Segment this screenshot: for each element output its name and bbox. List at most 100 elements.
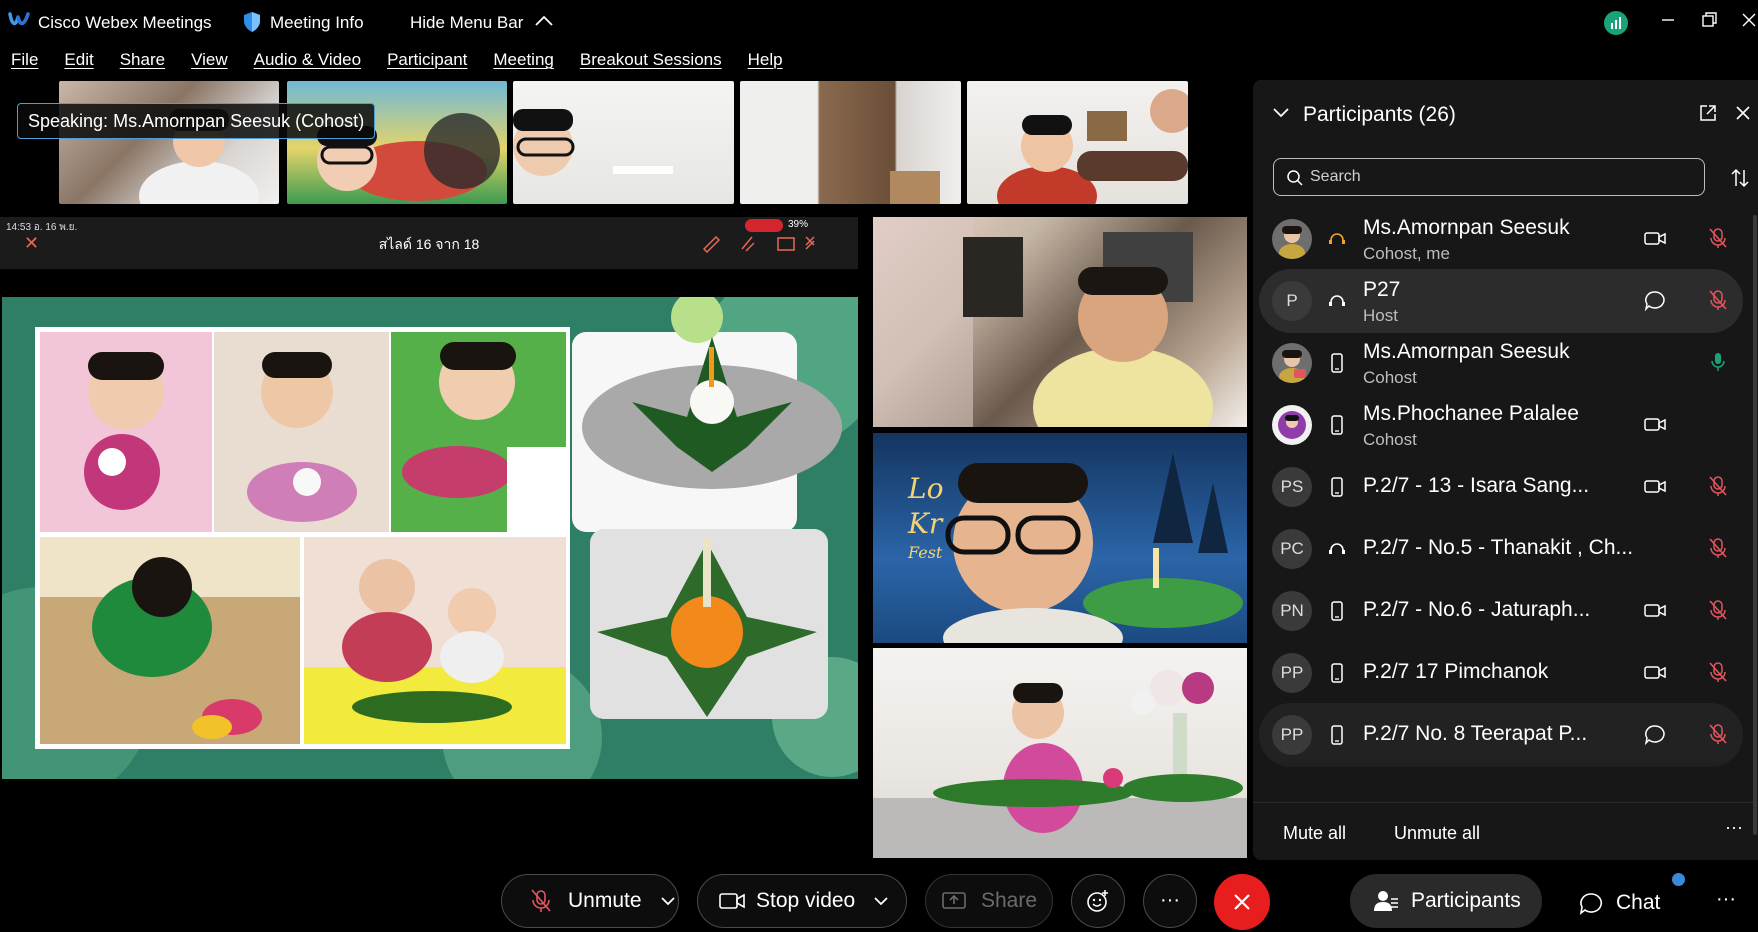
- panel-scrollbar[interactable]: [1753, 215, 1757, 835]
- reactions-button[interactable]: [1071, 874, 1125, 928]
- hide-menu-bar-button[interactable]: Hide Menu Bar: [410, 13, 523, 33]
- menu-audio-video[interactable]: Audio & Video: [254, 50, 361, 78]
- chat-bubble-icon: [1579, 893, 1603, 915]
- menu-file[interactable]: File: [11, 50, 38, 78]
- close-icon: [1234, 894, 1250, 910]
- chat-button[interactable]: Chat: [1578, 888, 1660, 918]
- shared-slide-content: [2, 297, 858, 779]
- chat-label: Chat: [1616, 891, 1661, 914]
- microphone-muted-icon[interactable]: [1707, 660, 1729, 684]
- participant-name: P.2/7 - 13 - Isara Sang...: [1363, 474, 1590, 497]
- sort-icon[interactable]: [1729, 167, 1751, 189]
- search-icon: [1287, 170, 1303, 186]
- svg-text:Kr: Kr: [907, 507, 944, 540]
- pop-out-icon[interactable]: [1699, 104, 1717, 122]
- participant-row[interactable]: PP P.2/7 17 Pimchanok: [1259, 641, 1743, 705]
- chevron-up-icon[interactable]: [534, 13, 554, 29]
- video-tile[interactable]: [873, 217, 1247, 427]
- menu-view[interactable]: View: [191, 50, 228, 78]
- minimize-icon[interactable]: [1658, 10, 1678, 30]
- microphone-active-icon[interactable]: [1707, 350, 1729, 374]
- shield-icon[interactable]: [242, 11, 262, 33]
- menu-share[interactable]: Share: [120, 50, 165, 78]
- share-status-time: 14:53 อ. 16 พ.ย.: [6, 222, 78, 233]
- recording-indicator: [745, 219, 783, 232]
- share-label: Share: [981, 889, 1038, 912]
- microphone-muted-icon[interactable]: [1707, 598, 1729, 622]
- participant-row[interactable]: PS P.2/7 - 13 - Isara Sang...: [1259, 455, 1743, 519]
- avatar: PS: [1272, 467, 1312, 507]
- battery-status: 39%: [788, 219, 809, 230]
- microphone-muted-icon[interactable]: [1707, 722, 1729, 746]
- chevron-down-icon[interactable]: [660, 895, 676, 907]
- more-icon[interactable]: ···: [1716, 888, 1736, 911]
- more-options-button[interactable]: ···: [1143, 874, 1197, 928]
- title-bar: Cisco Webex Meetings Meeting Info Hide M…: [0, 0, 1758, 44]
- pen-icon: [702, 235, 721, 253]
- menu-meeting[interactable]: Meeting: [493, 50, 553, 78]
- network-stats-icon[interactable]: [1604, 11, 1628, 35]
- participants-button[interactable]: Participants: [1350, 874, 1542, 928]
- annotation-tools[interactable]: [702, 233, 822, 253]
- close-window-icon[interactable]: [1739, 10, 1758, 30]
- participant-row[interactable]: PN P.2/7 - No.6 - Jaturaph...: [1259, 579, 1743, 643]
- chat-bubble-icon[interactable]: [1643, 723, 1667, 745]
- highlighter-icon: [741, 236, 755, 252]
- microphone-muted-icon[interactable]: [1707, 536, 1729, 560]
- restore-icon[interactable]: [1699, 10, 1719, 30]
- participants-label: Participants: [1411, 889, 1521, 912]
- participant-row[interactable]: Ms.Amornpan Seesuk Cohost: [1259, 331, 1743, 395]
- list-fade: [1253, 758, 1758, 802]
- participant-name: P27: [1363, 278, 1401, 301]
- video-thumbnail[interactable]: [287, 81, 507, 204]
- microphone-muted-icon[interactable]: [1707, 226, 1729, 250]
- video-tile[interactable]: [873, 648, 1247, 858]
- microphone-muted-icon[interactable]: [1707, 474, 1729, 498]
- menu-breakout-sessions[interactable]: Breakout Sessions: [580, 50, 722, 78]
- menu-help[interactable]: Help: [748, 50, 783, 78]
- meeting-info-button[interactable]: Meeting Info: [270, 13, 364, 33]
- leave-meeting-button[interactable]: [1214, 874, 1270, 930]
- stop-video-button[interactable]: Stop video: [697, 874, 907, 928]
- participant-name: P.2/7 - No.6 - Jaturaph...: [1363, 598, 1591, 621]
- share-screen-icon: [942, 892, 966, 909]
- participant-search[interactable]: [1273, 158, 1705, 196]
- participant-name: Ms.Amornpan Seesuk: [1363, 340, 1570, 363]
- participant-row[interactable]: Ms.Phochanee Palalee Cohost: [1259, 393, 1743, 457]
- menu-bar: File Edit Share View Audio & Video Parti…: [0, 50, 798, 78]
- video-thumbnail[interactable]: [59, 81, 279, 204]
- participant-role: Cohost: [1363, 368, 1417, 387]
- microphone-muted-icon[interactable]: [1707, 288, 1729, 312]
- active-speaker-label: Speaking: Ms.Amornpan Seesuk (Cohost): [17, 103, 376, 139]
- menu-participant[interactable]: Participant: [387, 50, 467, 78]
- chat-bubble-icon[interactable]: [1643, 289, 1667, 311]
- share-button[interactable]: Share: [925, 874, 1053, 928]
- more-options-icon[interactable]: ···: [1725, 817, 1743, 838]
- avatar: [1272, 405, 1312, 445]
- participant-name: Ms.Phochanee Palalee: [1363, 402, 1579, 425]
- video-tile[interactable]: Lo Kr Fest: [873, 433, 1247, 643]
- search-input[interactable]: [1310, 165, 1690, 189]
- video-thumbnail[interactable]: [740, 81, 961, 204]
- chevron-down-icon[interactable]: [873, 895, 889, 907]
- close-panel-icon[interactable]: [1734, 104, 1752, 122]
- video-camera-icon[interactable]: [1643, 599, 1667, 621]
- video-thumbnail[interactable]: [967, 81, 1188, 204]
- video-camera-icon[interactable]: [1643, 661, 1667, 683]
- video-camera-icon[interactable]: [1643, 227, 1667, 249]
- unmute-all-button[interactable]: Unmute all: [1394, 823, 1480, 844]
- menu-edit[interactable]: Edit: [64, 50, 93, 78]
- svg-text:Lo: Lo: [907, 472, 943, 505]
- video-thumbnail[interactable]: [513, 81, 734, 204]
- participant-row[interactable]: Ms.Amornpan Seesuk Cohost, me: [1259, 207, 1743, 271]
- participants-panel: Participants (26) Ms.Amornpan Seesuk Coh…: [1253, 80, 1758, 860]
- collapse-panel-icon[interactable]: [1271, 105, 1291, 121]
- collapse-icon: [805, 236, 815, 250]
- participant-row[interactable]: PC P.2/7 - No.5 - Thanakit , Ch...: [1259, 517, 1743, 581]
- video-camera-icon[interactable]: [1643, 413, 1667, 435]
- participant-row[interactable]: P P27 Host: [1259, 269, 1743, 333]
- participant-name: P.2/7 17 Pimchanok: [1363, 660, 1549, 683]
- video-camera-icon[interactable]: [1643, 475, 1667, 497]
- unmute-button[interactable]: Unmute: [501, 874, 679, 928]
- mute-all-button[interactable]: Mute all: [1283, 823, 1346, 844]
